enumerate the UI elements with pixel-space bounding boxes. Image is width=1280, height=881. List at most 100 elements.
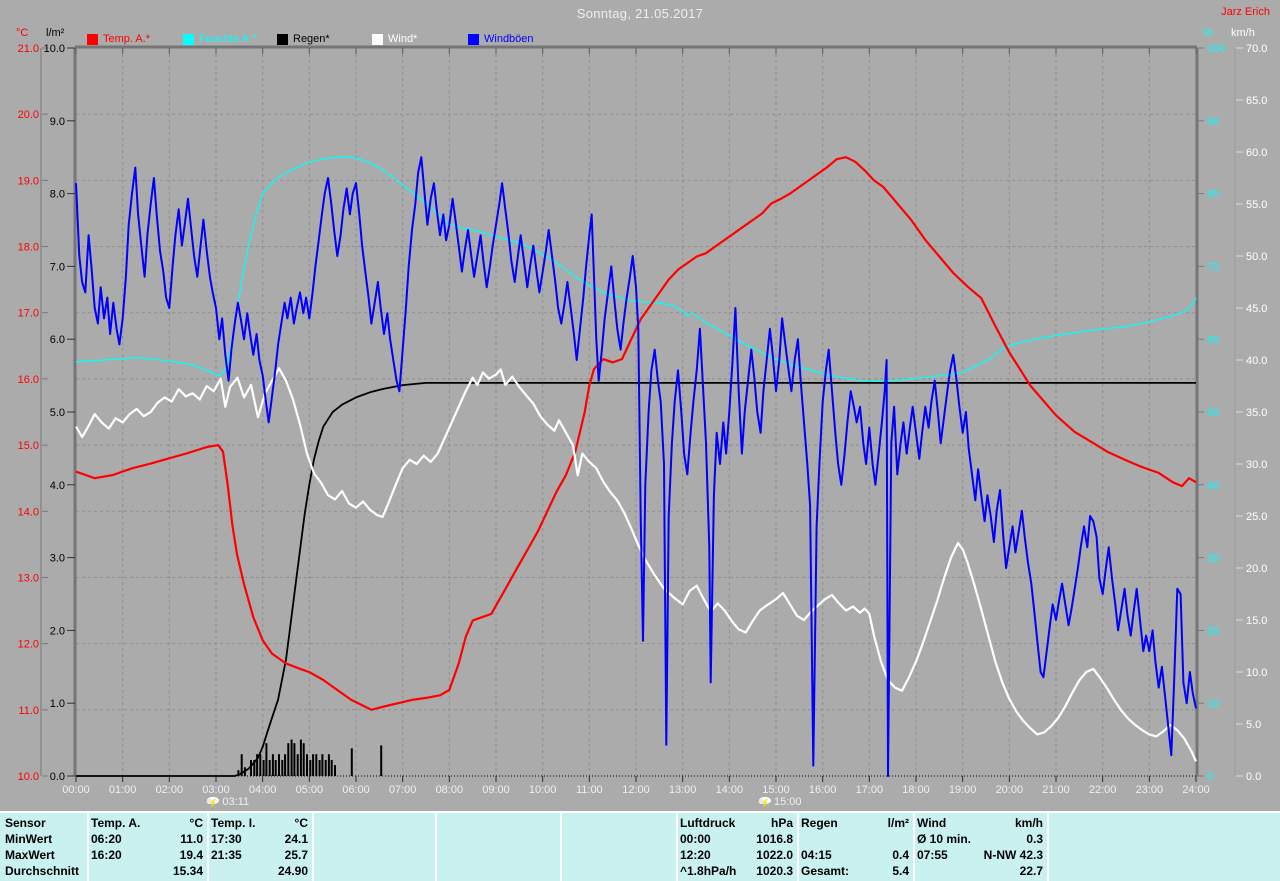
- table-cell-row: [439, 863, 560, 879]
- table-cell-row: 24.90: [211, 863, 308, 879]
- table-cell-row: 06:20 11.0: [91, 831, 203, 847]
- table-cell-time: 00:00: [680, 832, 711, 846]
- axis-tick-label: 35.0: [1246, 407, 1267, 419]
- table-cell-row: [564, 847, 676, 863]
- table-cell-value: 1022.0: [756, 848, 793, 862]
- table-col-header: Temp. A. °C: [91, 815, 203, 831]
- axis-tick-label: 16:00: [809, 784, 837, 796]
- axis-tick-label: 3.0: [50, 553, 65, 565]
- table-row-label: Sensor: [5, 816, 46, 830]
- series-rain-bar: [302, 743, 305, 776]
- axis-tick-label: 13.0: [18, 572, 39, 584]
- axis-tick-label: 06:00: [342, 784, 370, 796]
- axis-tick-label: 60: [1207, 334, 1219, 346]
- table-col-header: Regen l/m²: [801, 815, 909, 831]
- series-rain-bar: [380, 745, 383, 776]
- table-cell-row: 16:20 19.4: [91, 847, 203, 863]
- table-cell-value: 11.0: [180, 832, 203, 846]
- axis-tick-label: 20: [1207, 625, 1219, 637]
- axis-tick-label: 15.0: [1246, 615, 1267, 627]
- table-cell-value: 1020.3: [756, 864, 793, 878]
- table-col-temp-a-: Temp. A. °C 06:20 11.0 16:20 19.4 15.34: [91, 815, 203, 879]
- table-cell-value: 25.7: [284, 848, 308, 862]
- table-cell-row: [801, 831, 909, 847]
- axis-tick-label: 21.0: [18, 43, 39, 55]
- table-row-label: Durchschnitt: [5, 864, 80, 878]
- table-cell-row: [564, 831, 676, 847]
- axis-tick-label: 18.0: [18, 242, 39, 254]
- axis-tick-label: 23:00: [1136, 784, 1164, 796]
- table-cell-row: 15.34: [91, 863, 203, 879]
- table-col-header: [316, 815, 431, 831]
- series-rain-bar: [265, 743, 268, 776]
- series-rain-bar: [309, 760, 312, 776]
- axis-tick-label: 11.0: [18, 705, 39, 717]
- axis-tick-label: 100: [1207, 43, 1225, 55]
- axis-tick-label: 14.0: [18, 506, 39, 518]
- table-col-header: Temp. I. °C: [211, 815, 308, 831]
- axis-tick-label: 0.0: [50, 771, 65, 783]
- table-col-unit: km/h: [1014, 816, 1043, 830]
- table-cell-time: 06:20: [91, 832, 122, 846]
- table-cell-value: 1016.8: [756, 832, 793, 846]
- series-rain-bar: [293, 743, 296, 776]
- axis-tick-label: 25.0: [1246, 511, 1267, 523]
- table-cell-row: [564, 863, 676, 879]
- axis-tick-label: 13:00: [669, 784, 697, 796]
- table-separator: [913, 813, 915, 881]
- axis-tick-label: 10.0: [44, 43, 65, 55]
- table-col-luftdruck: Luftdruck hPa 00:00 1016.8 12:20 1022.0 ^1.8hP…: [680, 815, 793, 879]
- table-cell-row: 07:55 N-NW 42.3: [917, 847, 1043, 863]
- axis-tick-label: 80: [1207, 189, 1219, 201]
- table-col-title: Temp. I.: [211, 816, 256, 830]
- axis-tick-label: 19:00: [949, 784, 977, 796]
- table-separator: [207, 813, 209, 881]
- table-col-header: [564, 815, 676, 831]
- table-cell-time: 21:35: [211, 848, 242, 862]
- table-cell-row: Gesamt: 5.4: [801, 863, 909, 879]
- table-cell-row: 22.7: [917, 863, 1043, 879]
- axis-tick-label: 24:00: [1182, 784, 1210, 796]
- series-windb-en-line: [75, 156, 1197, 777]
- axis-tick-label: 10: [1207, 698, 1219, 710]
- series-rain-bar: [324, 760, 327, 776]
- table-cell-row: 04:15 0.4: [801, 847, 909, 863]
- axis-tick-label: 10.0: [1246, 667, 1267, 679]
- axis-tick-label: 18:00: [902, 784, 930, 796]
- table-col-unit: l/m²: [887, 816, 909, 830]
- table-cell-time: 17:30: [211, 832, 242, 846]
- event-marker-1500: 15:00: [758, 795, 802, 809]
- series-rain-bar: [350, 748, 353, 776]
- table-separator: [676, 813, 678, 881]
- axis-tick-label: 12:00: [622, 784, 650, 796]
- stats-table: Sensor MinWert MaxWert Durchschnitt Temp. A.…: [0, 811, 1280, 881]
- axis-tick-label: 8.0: [50, 189, 65, 201]
- axis-tick-label: 10.0: [18, 771, 39, 783]
- axis-tick-label: 10:00: [529, 784, 557, 796]
- table-cell-time: 04:15: [801, 848, 832, 862]
- table-row-label: MinWert: [5, 832, 53, 846]
- table-col-unit: °C: [189, 816, 203, 830]
- series-rain-bar: [290, 739, 293, 776]
- table-cell-value: 0.4: [892, 848, 909, 862]
- series-rain-bar: [259, 754, 262, 776]
- axis-tick-label: 01:00: [109, 784, 137, 796]
- table-cell-time: 16:20: [91, 848, 122, 862]
- table-col-unit: hPa: [770, 816, 793, 830]
- table-cell-time: Ø 10 min.: [917, 832, 972, 846]
- axis-tick-label: 5.0: [50, 407, 65, 419]
- table-row-label: MaxWert: [5, 848, 55, 862]
- series-rain-bar: [262, 760, 265, 776]
- axis-tick-label: 22:00: [1089, 784, 1117, 796]
- axis-tick-label: 1.0: [50, 698, 65, 710]
- series-rain-bar: [287, 743, 290, 776]
- axis-tick-label: 21:00: [1042, 784, 1070, 796]
- table-cell-time: ^1.8hPa/h: [680, 864, 737, 878]
- axis-tick-label: 20.0: [18, 109, 39, 121]
- series-feuchte-a--line: [75, 156, 1197, 383]
- axis-tick-label: 30: [1207, 553, 1219, 565]
- axis-tick-label: 20.0: [1246, 563, 1267, 575]
- table-col-title: Regen: [801, 816, 838, 830]
- table-col-empty: [439, 815, 560, 879]
- axis-tick-label: 90: [1207, 116, 1219, 128]
